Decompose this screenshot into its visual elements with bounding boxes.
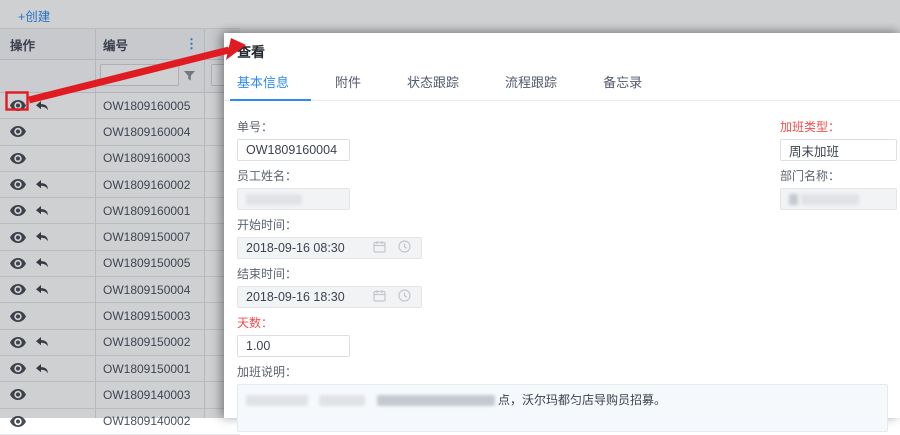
- start-time-label: 开始时间：: [237, 218, 298, 232]
- ot-note-visible-text: 点，沃尔玛都匀店导购员招募。: [498, 393, 667, 407]
- redacted-value: [789, 193, 798, 205]
- redacted-value: [801, 193, 859, 205]
- clock-icon[interactable]: [398, 240, 411, 256]
- panel-title: 查看: [237, 44, 265, 60]
- field-dept-name: 部门名称：: [780, 167, 897, 210]
- ot-type-label: 加班类型：: [780, 120, 841, 134]
- field-days: 天数： 1.00: [237, 314, 888, 357]
- start-time-input[interactable]: 2018-09-16 08:30: [237, 237, 422, 259]
- datetime-icons: [373, 240, 413, 256]
- end-time-label: 结束时间：: [237, 267, 298, 281]
- calendar-icon[interactable]: [373, 289, 386, 305]
- view-drawer: 查看 基本信息 附件 状态跟踪 流程跟踪 备忘录 单号： OW1809160004 员工…: [224, 33, 900, 432]
- tab-基本信息[interactable]: 基本信息: [229, 72, 312, 101]
- tab-流程跟踪[interactable]: 流程跟踪: [505, 72, 557, 100]
- dept-name-input[interactable]: [780, 188, 897, 210]
- field-start-time: 开始时间： 2018-09-16 08:30: [237, 216, 888, 259]
- field-ot-type: 加班类型： 周末加班: [780, 118, 897, 161]
- order-no-input[interactable]: OW1809160004: [237, 139, 350, 161]
- field-ot-note: 加班说明： 点，沃尔玛都匀店导购员招募。: [237, 363, 888, 432]
- datetime-icons: [373, 289, 413, 305]
- tab-备忘录[interactable]: 备忘录: [603, 72, 642, 100]
- dept-name-label: 部门名称：: [780, 169, 841, 183]
- form-right-column: 加班类型： 周末加班 部门名称：: [780, 118, 897, 216]
- tab-bar: 基本信息 附件 状态跟踪 流程跟踪 备忘录: [224, 72, 900, 101]
- ot-type-input[interactable]: 周末加班: [780, 139, 897, 161]
- ot-note-textarea[interactable]: 点，沃尔玛都匀店导购员招募。: [237, 384, 888, 432]
- start-time-value: 2018-09-16 08:30: [246, 241, 345, 255]
- tab-附件[interactable]: 附件: [335, 72, 361, 100]
- redacted-text: [319, 395, 366, 407]
- tab-状态跟踪[interactable]: 状态跟踪: [407, 72, 459, 100]
- clock-icon[interactable]: [398, 289, 411, 305]
- ot-note-label: 加班说明：: [237, 365, 298, 379]
- days-label: 天数：: [237, 316, 274, 330]
- days-input[interactable]: 1.00: [237, 335, 350, 357]
- end-time-input[interactable]: 2018-09-16 18:30: [237, 286, 422, 308]
- emp-name-input[interactable]: [237, 188, 350, 210]
- basic-info-form: 单号： OW1809160004 员工姓名： 开始时间： 2018-09-16 …: [224, 101, 900, 432]
- redacted-value: [246, 193, 302, 205]
- end-time-value: 2018-09-16 18:30: [246, 290, 345, 304]
- redacted-text: [246, 395, 308, 407]
- redacted-text: [376, 395, 495, 407]
- field-end-time: 结束时间： 2018-09-16 18:30: [237, 265, 888, 308]
- calendar-icon[interactable]: [373, 240, 386, 256]
